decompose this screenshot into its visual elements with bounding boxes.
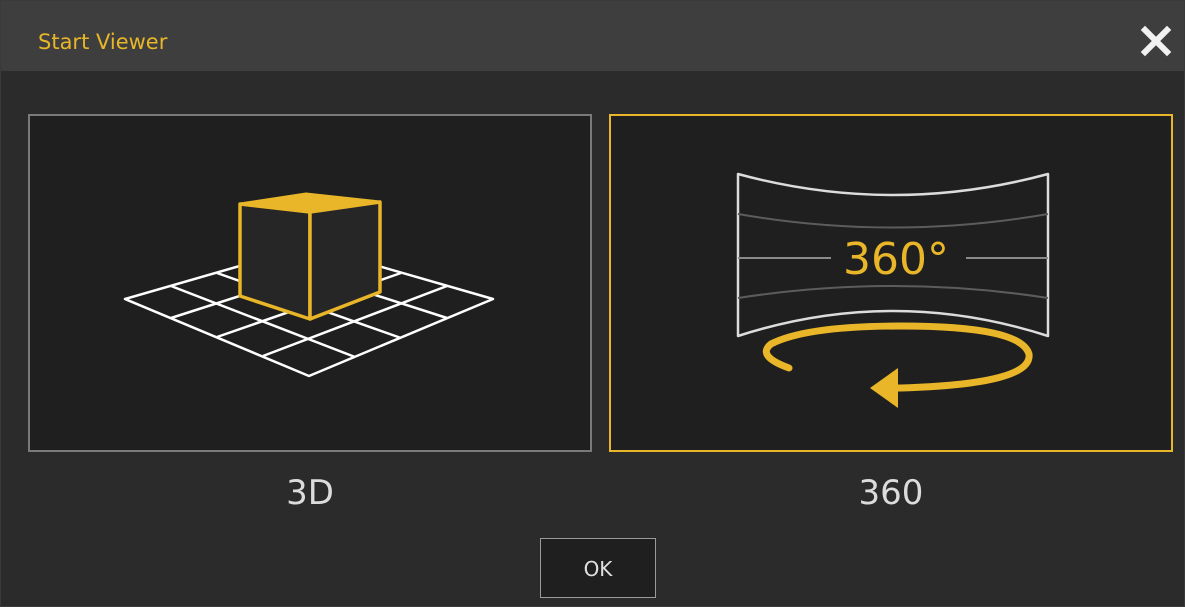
option-360-label: 360 (858, 473, 924, 513)
dialog-title: Start Viewer (38, 30, 168, 54)
cube-on-grid-icon (123, 192, 495, 378)
start-viewer-dialog: Start Viewer 360° 3D 360 OK (0, 0, 1185, 607)
option-360[interactable]: 360° (609, 114, 1173, 452)
panorama-360-icon: 360° (736, 172, 1050, 408)
title-bar[interactable]: Start Viewer (1, 1, 1184, 71)
panorama-360-label: 360° (843, 234, 949, 285)
close-button[interactable] (1136, 21, 1176, 61)
option-3d[interactable] (28, 114, 592, 452)
ok-button[interactable]: OK (540, 538, 656, 598)
option-3d-label: 3D (286, 473, 334, 513)
close-icon (1140, 25, 1172, 57)
